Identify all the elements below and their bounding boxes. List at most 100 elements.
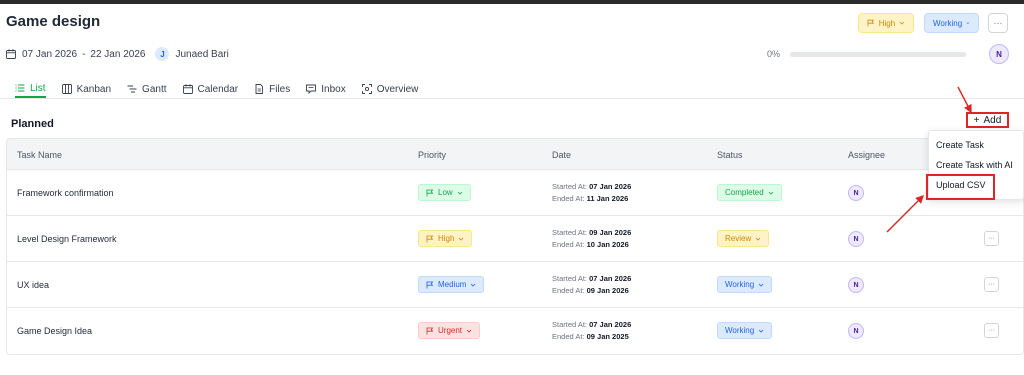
priority-label: Urgent	[438, 326, 463, 335]
started-date: 07 Jan 2026	[589, 182, 632, 191]
task-name[interactable]: Level Design Framework	[17, 234, 117, 244]
column-header-date[interactable]: Date	[552, 150, 571, 160]
assignee-avatar[interactable]: N	[848, 185, 864, 201]
started-date: 09 Jan 2026	[589, 228, 632, 237]
assignee-avatar[interactable]: N	[848, 231, 864, 247]
task-name[interactable]: Game Design Idea	[17, 326, 92, 336]
project-status-label: Working	[933, 18, 963, 28]
chevron-down-icon	[471, 283, 476, 287]
priority-dropdown[interactable]: Urgent	[418, 322, 481, 339]
flag-icon	[867, 19, 875, 27]
flag-icon	[426, 189, 434, 196]
chevron-down-icon	[768, 191, 773, 195]
row-more-button[interactable]: ···	[984, 231, 999, 246]
table-row[interactable]: Level Design Framework High Started At: …	[7, 216, 1023, 262]
table-row[interactable]: UX idea Medium Started At: 07 Jan 2026 E…	[7, 262, 1023, 308]
priority-dropdown[interactable]: High	[418, 230, 473, 247]
tab-label: Files	[269, 83, 291, 95]
view-tabs: List Kanban Gantt Calendar Files Inbox O…	[0, 80, 1024, 100]
ended-date: 11 Jan 2026	[586, 194, 629, 203]
progress-bar	[790, 52, 966, 57]
row-more-button[interactable]: ···	[984, 277, 999, 292]
status-dropdown[interactable]: Review	[717, 230, 770, 247]
table-row[interactable]: Game Design Idea Urgent Started At: 07 J…	[7, 308, 1023, 354]
column-header-assignee[interactable]: Assignee	[848, 150, 885, 160]
status-label: Review	[725, 234, 752, 243]
add-button[interactable]: + Add	[966, 112, 1009, 128]
status-dropdown[interactable]: Working	[717, 276, 773, 293]
started-date: 07 Jan 2026	[589, 274, 632, 283]
more-options-button[interactable]: ···	[988, 13, 1008, 33]
window-top-bar	[0, 0, 1024, 4]
chevron-down-icon	[457, 191, 462, 195]
priority-dropdown[interactable]: Medium	[418, 276, 485, 293]
task-dates: Started At: 07 Jan 2026 Ended At: 11 Jan…	[552, 181, 631, 205]
chevron-down-icon	[459, 237, 464, 241]
started-label: Started At:	[552, 274, 588, 283]
chevron-down-icon	[899, 21, 905, 25]
ended-label: Ended At:	[552, 194, 585, 203]
menu-item-create-task-with-ai[interactable]: Create Task with AI	[936, 160, 1013, 170]
started-label: Started At:	[552, 228, 588, 237]
ended-date: 09 Jan 2026	[586, 286, 629, 295]
upload-csv-highlight	[926, 174, 995, 200]
tab-calendar[interactable]: Calendar	[182, 80, 239, 98]
overview-icon	[361, 84, 372, 94]
assignee-avatar[interactable]: N	[848, 323, 864, 339]
status-dropdown[interactable]: Completed	[717, 184, 782, 201]
start-date: 07 Jan 2026	[22, 48, 78, 60]
file-icon	[255, 84, 264, 94]
ended-label: Ended At:	[552, 332, 585, 341]
chevron-down-icon	[758, 329, 764, 333]
date-separator: -	[82, 48, 86, 60]
started-date: 07 Jan 2026	[589, 320, 632, 329]
started-label: Started At:	[552, 182, 588, 191]
menu-item-create-task[interactable]: Create Task	[936, 140, 984, 150]
end-date: 22 Jan 2026	[90, 48, 146, 60]
tab-label: Kanban	[76, 83, 112, 95]
priority-dropdown[interactable]: Low	[418, 184, 471, 201]
table-header: Task Name Priority Date Status Assignee	[7, 139, 1023, 170]
plus-icon: +	[973, 114, 980, 126]
priority-label: Medium	[438, 280, 467, 289]
flag-icon	[426, 327, 434, 334]
column-header-status[interactable]: Status	[717, 150, 743, 160]
tab-label: Calendar	[197, 83, 239, 95]
project-priority-dropdown[interactable]: High	[858, 13, 914, 33]
column-header-task-name[interactable]: Task Name	[17, 150, 62, 160]
tab-overview[interactable]: Overview	[361, 80, 419, 98]
table-row[interactable]: Framework confirmation Low Started At: 0…	[7, 170, 1023, 216]
status-dropdown[interactable]: Working	[717, 322, 773, 339]
assignee-avatar[interactable]: N	[848, 277, 864, 293]
status-label: Completed	[725, 188, 764, 197]
flag-icon	[426, 235, 434, 242]
project-status-dropdown[interactable]: Working	[924, 13, 979, 33]
page-title: Game design	[6, 13, 101, 30]
chevron-down-icon	[755, 237, 761, 241]
tab-label: Overview	[376, 83, 419, 95]
owner-avatar: J	[155, 47, 170, 61]
tab-files[interactable]: Files	[254, 80, 290, 98]
status-label: Working	[725, 326, 755, 335]
current-user-avatar[interactable]: N	[989, 44, 1009, 64]
tab-kanban[interactable]: Kanban	[61, 80, 112, 98]
tab-label: Inbox	[321, 83, 346, 95]
tab-inbox[interactable]: Inbox	[306, 80, 346, 98]
tab-gantt[interactable]: Gantt	[127, 80, 167, 98]
task-name[interactable]: Framework confirmation	[17, 188, 114, 198]
project-priority-label: High	[878, 18, 896, 28]
task-name[interactable]: UX idea	[17, 280, 49, 290]
kanban-icon	[61, 84, 72, 94]
row-more-button[interactable]: ···	[984, 323, 999, 338]
ended-date: 09 Jan 2025	[586, 332, 629, 341]
gantt-icon	[127, 85, 137, 93]
column-header-priority[interactable]: Priority	[418, 150, 446, 160]
tab-label: Gantt	[142, 83, 167, 95]
task-table: Task Name Priority Date Status Assignee …	[6, 138, 1024, 355]
inbox-icon	[306, 84, 317, 94]
tab-list[interactable]: List	[15, 80, 46, 98]
task-dates: Started At: 07 Jan 2026 Ended At: 09 Jan…	[552, 273, 631, 297]
started-label: Started At:	[552, 320, 588, 329]
progress-percent: 0%	[767, 49, 781, 59]
chevron-down-icon	[758, 283, 764, 287]
